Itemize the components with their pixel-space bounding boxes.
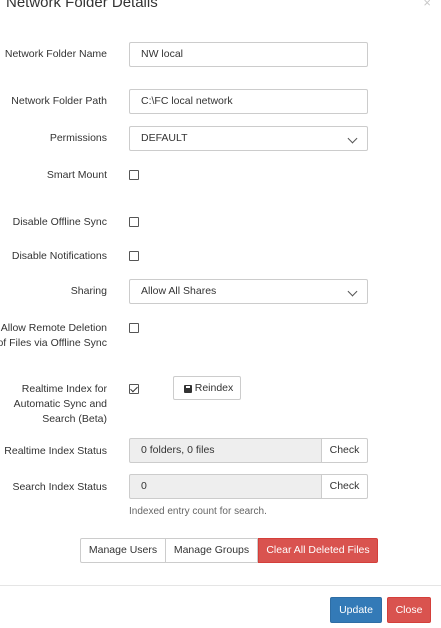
realtime-index-status-label: Realtime Index Status (4, 445, 107, 457)
search-index-status-label: Search Index Status (12, 481, 107, 493)
permissions-value: DEFAULT (141, 132, 188, 144)
realtime-index-label: Realtime Index for Automatic Sync and Se… (13, 383, 107, 425)
permissions-select[interactable]: DEFAULT (129, 126, 368, 151)
realtime-index-status-field: 0 folders, 0 files (129, 438, 322, 463)
folder-name-input[interactable]: NW local (129, 42, 368, 67)
disable-notifications-checkbox[interactable] (129, 251, 139, 261)
reindex-button-label: Reindex (194, 382, 234, 394)
chevron-down-icon (347, 133, 358, 144)
reindex-icon (184, 385, 192, 393)
manage-groups-button[interactable]: Manage Groups (165, 538, 258, 563)
clear-deleted-files-button[interactable]: Clear All Deleted Files (258, 538, 378, 563)
modal-header: Network Folder Details × (0, 0, 441, 28)
footer-divider (0, 585, 441, 586)
folder-name-label: Network Folder Name (4, 48, 107, 60)
close-button[interactable]: Close (387, 597, 431, 623)
sharing-value: Allow All Shares (141, 285, 217, 297)
update-button[interactable]: Update (330, 597, 382, 623)
close-icon[interactable]: × (423, 0, 431, 10)
disable-notifications-label: Disable Notifications (11, 250, 107, 262)
sharing-select[interactable]: Allow All Shares (129, 279, 368, 304)
reindex-button[interactable]: Reindex (173, 376, 241, 400)
search-index-status-field: 0 (129, 474, 322, 499)
disable-offline-sync-label: Disable Offline Sync (12, 216, 107, 228)
chevron-down-icon (347, 286, 358, 297)
modal-title: Network Folder Details (6, 0, 158, 11)
sharing-label: Sharing (70, 285, 107, 297)
realtime-check-button[interactable]: Check (321, 438, 368, 463)
folder-path-label: Network Folder Path (11, 95, 107, 107)
search-check-button[interactable]: Check (321, 474, 368, 499)
allow-remote-deletion-checkbox[interactable] (129, 323, 139, 333)
permissions-label: Permissions (49, 132, 107, 144)
manage-users-button[interactable]: Manage Users (80, 538, 166, 563)
search-index-help-text: Indexed entry count for search. (129, 506, 267, 517)
smart-mount-label: Smart Mount (46, 169, 107, 181)
realtime-index-checkbox[interactable] (129, 384, 139, 394)
disable-offline-sync-checkbox[interactable] (129, 217, 139, 227)
smart-mount-checkbox[interactable] (129, 170, 139, 180)
allow-remote-deletion-label: Allow Remote Deletion of Files via Offli… (0, 322, 107, 349)
folder-path-input[interactable]: C:\FC local network (129, 89, 368, 114)
